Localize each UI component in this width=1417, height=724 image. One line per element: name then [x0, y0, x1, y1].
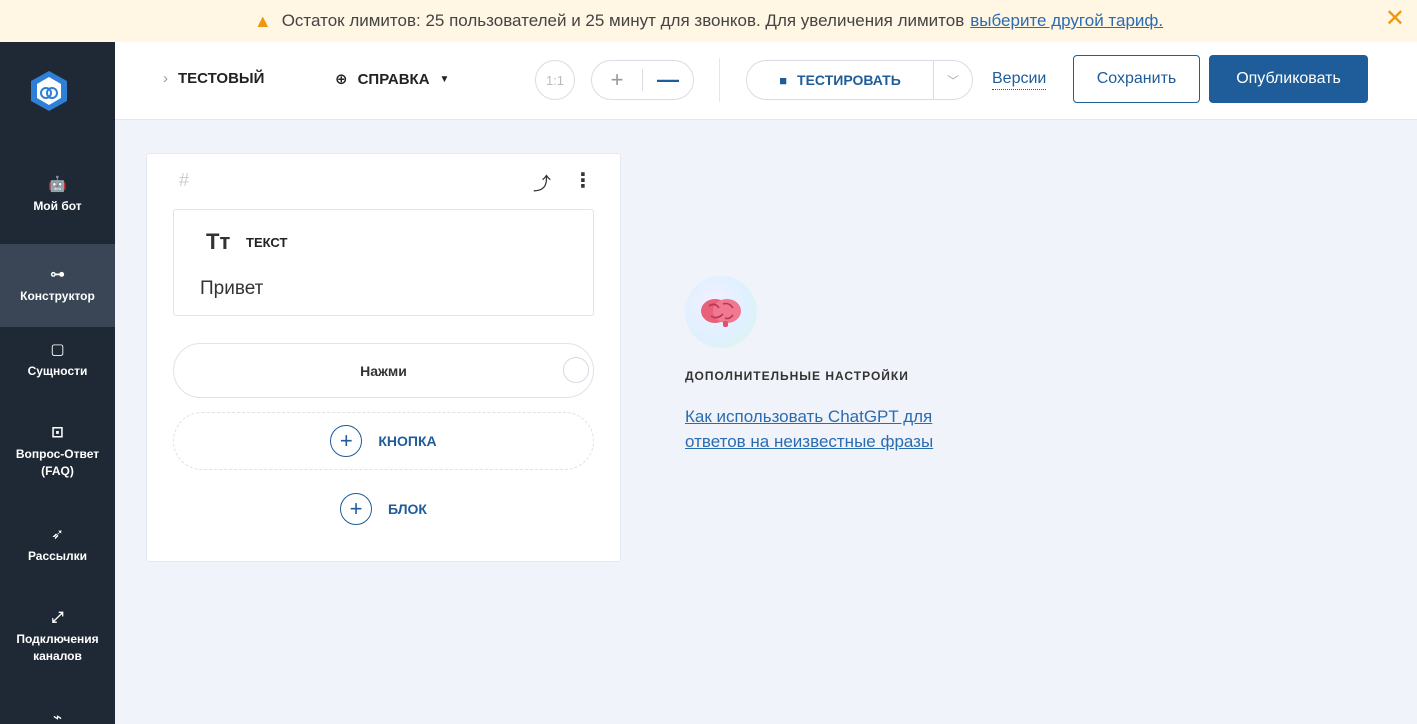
help-menu[interactable]: ⊕ СПРАВКА ▼	[335, 70, 450, 89]
test-label: ТЕСТИРОВАТЬ	[797, 72, 901, 88]
caret-down-icon: ▼	[439, 73, 450, 85]
sidebar-item-label: Подключения каналов	[16, 632, 99, 663]
toolbar: › ТЕСТОВЫЙ ⊕ СПРАВКА ▼ 1:1 + — ■ ТЕСТИРОВ…	[115, 42, 1417, 120]
test-control: ■ ТЕСТИРОВАТЬ ﹀	[746, 60, 973, 100]
banner-message: Остаток лимитов: 25 пользователей и 25 м…	[281, 11, 965, 30]
warning-icon: ▲	[253, 10, 272, 31]
sidebar-item-constructor[interactable]: ⊶ Конструктор	[0, 244, 115, 327]
brain-icon	[685, 276, 757, 348]
publish-button[interactable]: Опубликовать	[1209, 55, 1368, 103]
chatgpt-help-link[interactable]: Как использовать ChatGPT для ответов на …	[685, 404, 985, 454]
breadcrumb[interactable]: › ТЕСТОВЫЙ	[163, 70, 264, 87]
plug-icon: ⤢	[51, 609, 64, 626]
add-button-action[interactable]: + КНОПКА	[173, 412, 594, 470]
chevron-right-icon: ›	[163, 70, 168, 87]
zoom-out-button[interactable]: —	[643, 61, 693, 99]
send-icon: ➶	[51, 526, 64, 543]
zoom-reset-button[interactable]: 1:1	[535, 60, 575, 100]
plus-icon: +	[330, 425, 363, 457]
add-block-action[interactable]: + БЛОК	[173, 492, 594, 526]
sidebar-item-label: Мой бот	[33, 199, 82, 213]
versions-link[interactable]: Версии	[992, 70, 1047, 90]
plus-icon: +	[340, 493, 372, 525]
chart-icon: ⌁	[52, 709, 63, 724]
text-element[interactable]: Tт ТЕКСТ Привет	[173, 209, 594, 316]
sidebar-item-mailings[interactable]: ➶ Рассылки	[0, 527, 115, 575]
app-logo[interactable]	[30, 70, 68, 112]
sidebar-item-channels[interactable]: ⤢ Подключения каналов	[0, 610, 115, 680]
more-menu-icon[interactable]: ⋮	[573, 168, 593, 193]
robot-icon: 🤖	[48, 176, 67, 193]
sidebar-item-analytics[interactable]: ⌁	[0, 710, 115, 724]
lifebuoy-icon: ⊕	[335, 71, 348, 88]
sidebar-item-label: Сущности	[27, 364, 88, 378]
logo-icon	[31, 71, 67, 111]
change-plan-link[interactable]: выберите другой тариф.	[970, 11, 1163, 31]
book-icon: ▢	[50, 341, 65, 358]
add-block-label: БЛОК	[388, 501, 427, 517]
flow-icon: ⊶	[50, 265, 65, 283]
sidebar-item-label: Рассылки	[27, 549, 88, 563]
sidebar-item-label: Вопрос-Ответ (FAQ)	[15, 447, 100, 478]
close-icon[interactable]: ✕	[1385, 7, 1405, 31]
sidebar-item-my-bot[interactable]: 🤖 Мой бот	[0, 177, 115, 225]
sidebar: 🤖 Мой бот ⊶ Конструктор ▢ Сущности ⊡ Воп…	[0, 42, 115, 724]
block-card[interactable]: # ⤴ ⋮ Tт ТЕКСТ Привет Нажми + КНОПКА + Б…	[146, 153, 621, 562]
faq-icon: ⊡	[51, 424, 64, 441]
test-options-chevron-icon[interactable]: ﹀	[934, 72, 972, 89]
text-type-icon: Tт	[206, 229, 231, 254]
bot-button[interactable]: Нажми	[173, 343, 594, 398]
help-label: СПРАВКА	[357, 70, 430, 88]
bot-name: ТЕСТОВЫЙ	[178, 70, 265, 87]
zoom-controls: + —	[591, 60, 694, 100]
divider	[719, 58, 720, 102]
block-id[interactable]: #	[179, 170, 189, 191]
sidebar-item-label: Конструктор	[20, 288, 95, 303]
extra-settings-title: ДОПОЛНИТЕЛЬНЫЕ НАСТРОЙКИ	[685, 369, 909, 383]
chat-icon: ■	[779, 72, 788, 88]
zoom-in-button[interactable]: +	[592, 61, 642, 99]
add-button-label: КНОПКА	[378, 433, 437, 449]
test-button[interactable]: ■ ТЕСТИРОВАТЬ	[747, 72, 933, 88]
sidebar-item-entities[interactable]: ▢ Сущности	[0, 342, 115, 390]
connect-route-icon[interactable]: ⤴	[533, 170, 551, 196]
bot-button-label: Нажми	[360, 362, 407, 379]
text-element-value[interactable]: Привет	[200, 278, 263, 300]
limits-banner: ▲ Остаток лимитов: 25 пользователей и 25…	[0, 0, 1417, 42]
button-connector-handle[interactable]	[563, 357, 589, 383]
sidebar-item-faq[interactable]: ⊡ Вопрос-Ответ (FAQ)	[0, 425, 115, 495]
save-button[interactable]: Сохранить	[1073, 55, 1200, 103]
text-element-label: ТЕКСТ	[246, 235, 288, 250]
